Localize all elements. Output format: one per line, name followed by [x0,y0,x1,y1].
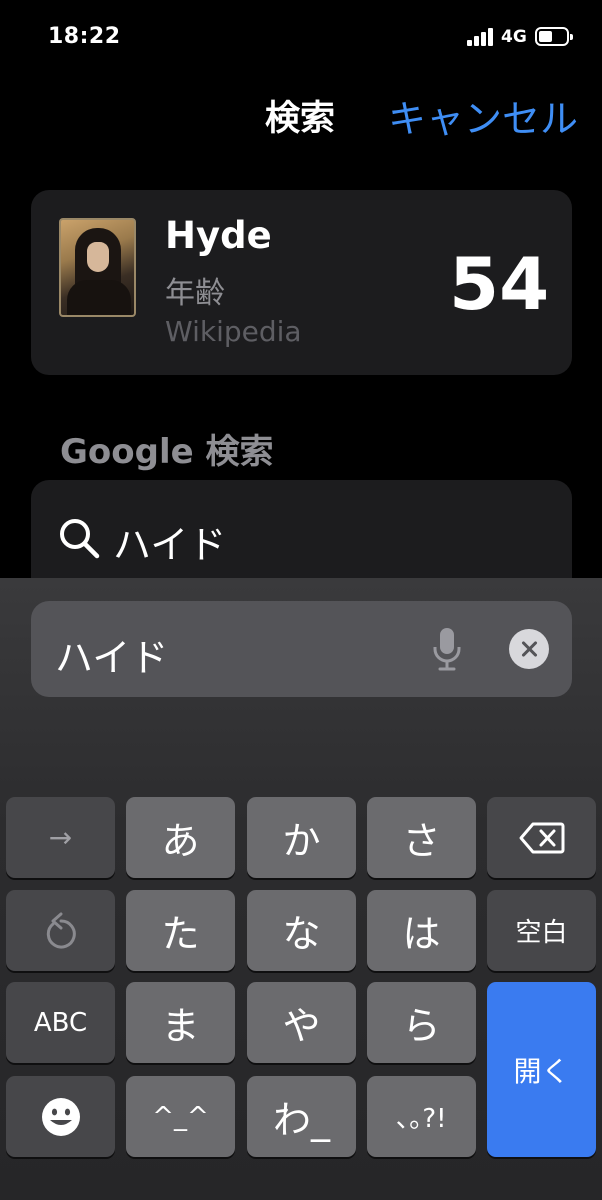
search-icon [60,519,100,559]
section-heading-google: Google 検索 [60,432,274,472]
key-ka[interactable]: か [247,797,356,878]
signal-icon [467,28,495,46]
key-wa[interactable]: わ_ [247,1076,356,1157]
keyboard-panel: ハイド → あ か さ た な は 空白 ABC ま や ら 開く ^_^ わ_… [0,578,602,1200]
page-title: 検索 [265,99,336,139]
open-button[interactable]: 開く [487,982,596,1157]
key-punctuation[interactable]: ､｡?! [367,1076,476,1157]
key-ha[interactable]: は [367,890,476,971]
battery-icon [535,27,573,46]
microphone-icon[interactable] [431,625,463,673]
battery-level [539,31,552,42]
result-name: Hyde [165,214,272,257]
key-ya[interactable]: や [247,982,356,1063]
result-source: Wikipedia [165,315,302,348]
key-a[interactable]: あ [126,797,235,878]
search-input[interactable]: ハイド [31,601,572,697]
space-key[interactable]: 空白 [487,890,596,971]
suggestion-text: ハイド [113,523,227,567]
knowledge-result-card[interactable]: Hyde 年齢 Wikipedia 54 [31,190,572,375]
key-undo[interactable] [6,890,115,971]
backspace-icon [519,822,564,853]
emoji-icon [41,1097,80,1136]
status-bar: 18:22 4G [0,0,602,76]
key-ra[interactable]: ら [367,982,476,1063]
key-arrow-right[interactable]: → [6,797,115,878]
search-input-value: ハイド [55,636,169,680]
delete-key[interactable] [487,797,596,878]
result-attribute: 年齢 [165,276,225,311]
key-ta[interactable]: た [126,890,235,971]
emoji-key[interactable] [6,1076,115,1157]
undo-icon [46,912,76,948]
person-photo [59,218,136,317]
clear-icon[interactable] [509,629,549,669]
key-kaomoji[interactable]: ^_^ [126,1076,235,1157]
key-abc[interactable]: ABC [6,982,115,1063]
network-type: 4G [501,27,527,47]
key-na[interactable]: な [247,890,356,971]
key-sa[interactable]: さ [367,797,476,878]
key-ma[interactable]: ま [126,982,235,1063]
status-time: 18:22 [48,24,121,49]
cancel-button[interactable]: キャンセル [388,88,578,143]
result-value: 54 [449,242,550,326]
